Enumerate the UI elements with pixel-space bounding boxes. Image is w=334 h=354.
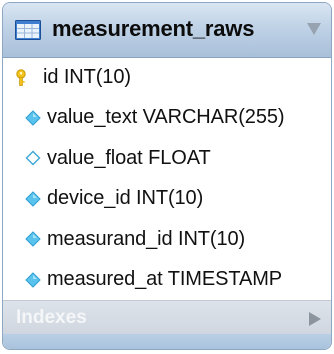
expand-arrow-icon[interactable]	[309, 312, 321, 326]
column-list: id INT(10) value_text VARCHAR(255) value…	[3, 57, 331, 300]
indexes-section[interactable]: Indexes	[3, 300, 331, 335]
table-entity[interactable]: measurement_raws id INT(10) value_text V…	[2, 2, 332, 350]
indexes-label: Indexes	[16, 307, 87, 328]
filled-diamond-icon	[25, 110, 41, 126]
table-header[interactable]: measurement_raws	[3, 3, 331, 58]
table-title: measurement_raws	[52, 16, 255, 41]
column-row-value-float[interactable]: value_float FLOAT	[3, 138, 331, 179]
column-label: device_id INT(10)	[47, 187, 204, 210]
column-row-measurand-id[interactable]: measurand_id INT(10)	[3, 219, 331, 260]
column-row-value-text[interactable]: value_text VARCHAR(255)	[3, 98, 331, 139]
table-footer	[3, 334, 331, 349]
column-row-measured-at[interactable]: measured_at TIMESTAMP	[3, 260, 331, 301]
filled-diamond-icon	[25, 231, 41, 247]
primary-key-icon	[15, 69, 27, 87]
table-icon	[15, 20, 41, 40]
filled-diamond-icon	[25, 191, 41, 207]
column-label: id INT(10)	[43, 65, 131, 88]
column-label: value_float FLOAT	[47, 146, 211, 169]
column-label: value_text VARCHAR(255)	[47, 106, 285, 129]
outlined-diamond-icon	[25, 150, 41, 166]
column-label: measurand_id INT(10)	[47, 227, 246, 250]
collapse-arrow-icon[interactable]	[307, 23, 321, 35]
column-row-device-id[interactable]: device_id INT(10)	[3, 179, 331, 220]
column-row-id[interactable]: id INT(10)	[3, 57, 331, 98]
column-label: measured_at TIMESTAMP	[47, 268, 283, 291]
filled-diamond-icon	[25, 272, 41, 288]
